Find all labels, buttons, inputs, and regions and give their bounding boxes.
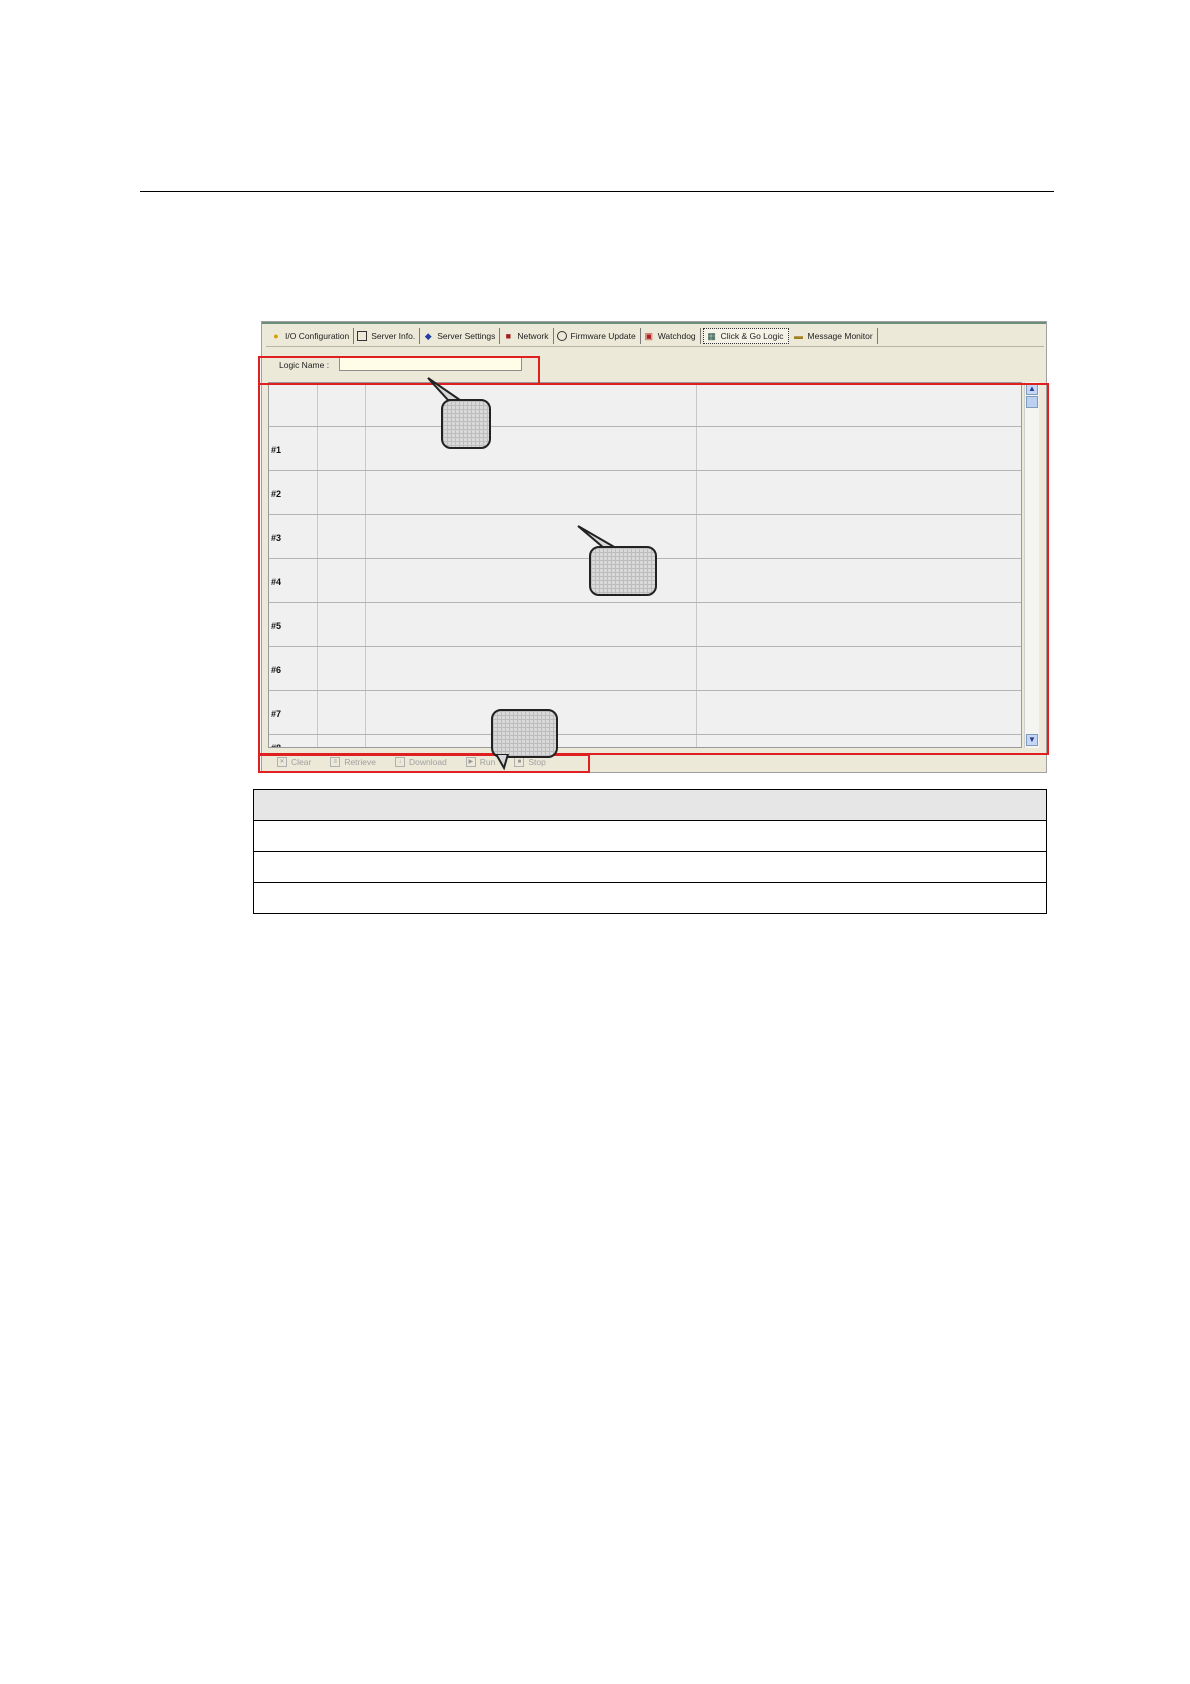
logic-icon: ▦ [707, 331, 716, 341]
tab-watchdog[interactable]: ▣ Watchdog [641, 328, 701, 344]
server-icon [357, 331, 368, 341]
table-row [253, 820, 1047, 852]
tab-label: Click & Go Logic [720, 331, 784, 341]
tab-label: Network [517, 331, 549, 341]
tab-bar: ● I/O Configuration Server Info. ◆ Serve… [268, 327, 878, 345]
tab-label: Firmware Update [570, 331, 636, 341]
tab-firmware-update[interactable]: Firmware Update [554, 328, 641, 344]
settings-icon: ◆ [424, 331, 432, 341]
tab-label: Watchdog [657, 331, 696, 341]
tab-label: Server Settings [437, 331, 496, 341]
callout-toolbar [491, 709, 558, 758]
description-table [253, 789, 1047, 914]
tab-label: I/O Configuration [285, 331, 350, 341]
table-row [253, 882, 1047, 914]
tab-io-configuration[interactable]: ● I/O Configuration [268, 328, 355, 344]
network-icon: ■ [505, 331, 512, 341]
tab-server-info[interactable]: Server Info. [354, 328, 421, 344]
watchdog-icon: ▣ [644, 331, 653, 341]
tab-message-monitor[interactable]: ▬ Message Monitor [791, 328, 878, 344]
table-cell [253, 851, 1047, 883]
callout-pointer [494, 754, 510, 771]
message-icon: ▬ [794, 331, 804, 341]
header-rule [140, 191, 1054, 192]
table-header-row [253, 789, 1047, 821]
window-top-border [262, 322, 1046, 324]
lightbulb-icon: ● [273, 331, 279, 341]
table-cell [253, 820, 1047, 852]
callout-logic-name [441, 399, 491, 449]
tab-label: Server Info. [371, 331, 416, 341]
callout-rules-grid [589, 546, 657, 596]
tab-server-settings[interactable]: ◆ Server Settings [420, 328, 501, 344]
tab-label: Message Monitor [807, 331, 873, 341]
logic-name-highlight [258, 356, 540, 385]
tab-divider [266, 346, 1044, 347]
table-cell [253, 882, 1047, 914]
table-row [253, 851, 1047, 883]
tab-click-go-logic[interactable]: ▦ Click & Go Logic [702, 328, 789, 344]
firmware-icon [556, 331, 567, 341]
table-header-cell [253, 789, 1047, 821]
tab-network[interactable]: ■ Network [500, 328, 554, 344]
